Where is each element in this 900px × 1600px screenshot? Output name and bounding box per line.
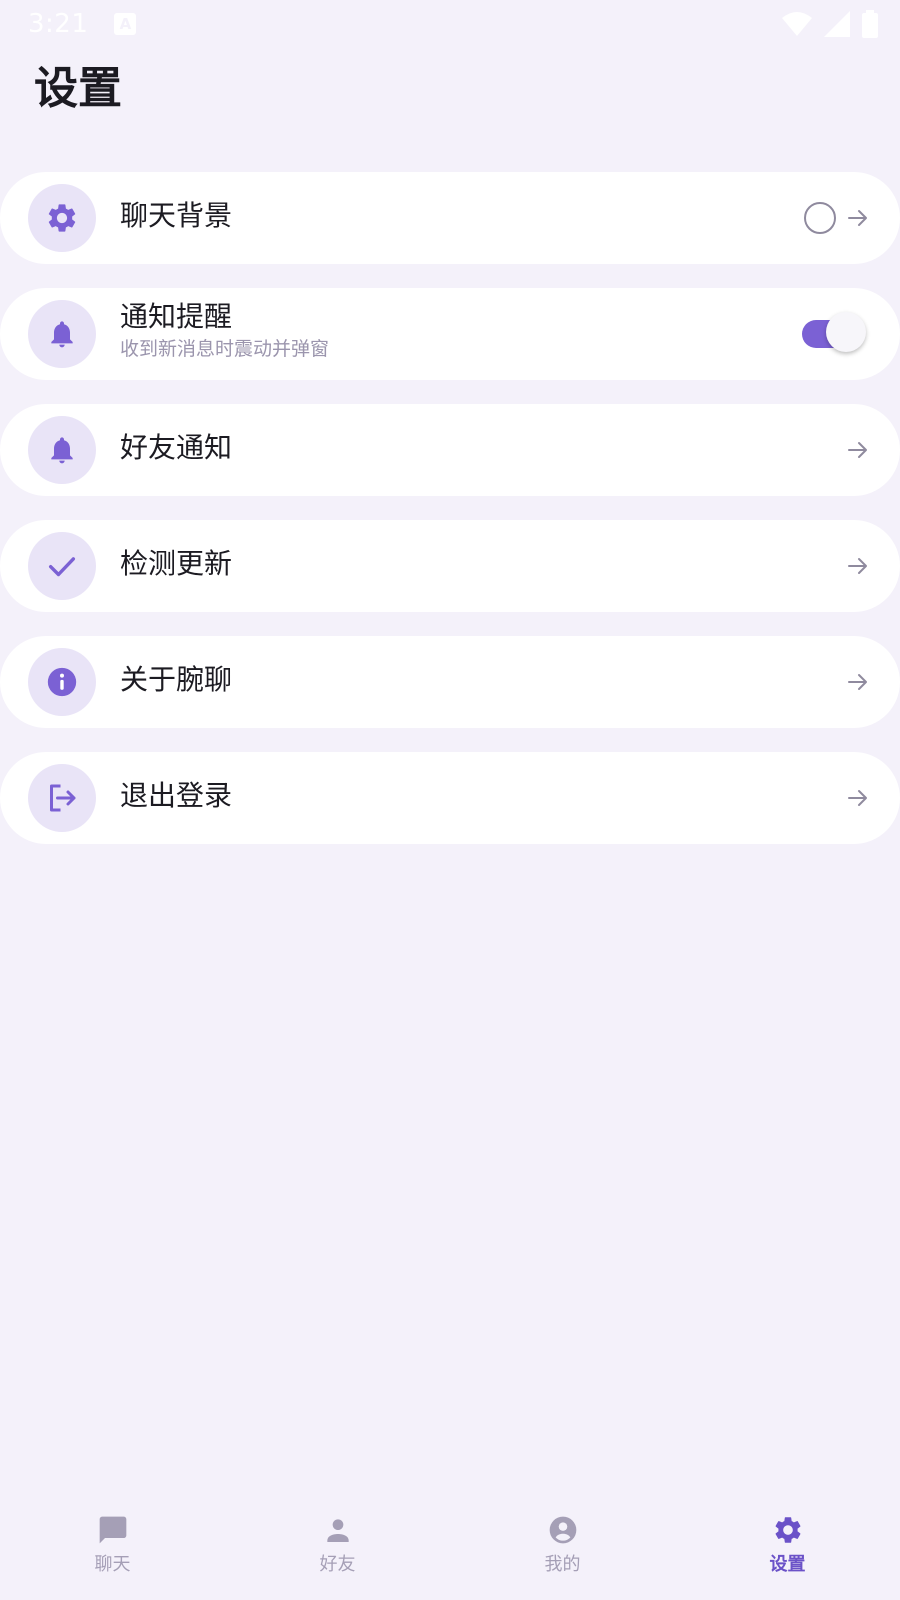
nav-label: 我的 — [544, 1554, 581, 1575]
row-text: 好友通知 — [120, 431, 232, 465]
setting-label: 关于腕聊 — [120, 663, 233, 696]
arrow-right-icon — [848, 674, 867, 690]
setting-friend-notification[interactable]: 好友通知 — [0, 404, 900, 496]
nav-item-mine[interactable]: 我的 — [450, 1500, 675, 1600]
status-time: 3:21 — [28, 9, 89, 39]
row-text: 通知提醒 收到新消息时震动并弹窗 — [120, 300, 329, 362]
nav-item-chat[interactable]: 聊天 — [0, 1500, 225, 1600]
radio-button[interactable] — [804, 202, 836, 234]
setting-label: 检测更新 — [120, 547, 233, 580]
toggle-knob — [826, 312, 866, 352]
account-circle-icon — [549, 1516, 576, 1544]
gear-icon — [775, 1517, 800, 1543]
setting-check-update[interactable]: 检测更新 — [0, 520, 900, 612]
setting-label: 退出登录 — [120, 779, 233, 812]
setting-logout[interactable]: 退出登录 — [0, 752, 900, 844]
arrow-right-icon — [848, 442, 867, 458]
nav-label: 聊天 — [94, 1554, 131, 1575]
nav-label: 设置 — [769, 1554, 806, 1575]
arrow-right-icon — [848, 558, 867, 574]
row-text: 聊天背景 — [120, 199, 232, 233]
arrow-right-icon — [848, 790, 867, 806]
signal-icon — [824, 11, 850, 37]
logout-icon — [28, 764, 96, 832]
bell-icon — [28, 416, 96, 484]
status-indicator: A — [114, 13, 137, 35]
row-text: 检测更新 — [120, 547, 232, 581]
arrow-right-icon — [848, 210, 867, 226]
setting-label: 聊天背景 — [120, 199, 233, 232]
bottom-nav: 聊天 好友 我的 设置 — [0, 1500, 900, 1600]
notification-toggle[interactable] — [802, 312, 866, 352]
nav-item-settings[interactable]: 设置 — [675, 1500, 900, 1600]
row-text: 关于腕聊 — [120, 663, 232, 697]
nav-label: 好友 — [319, 1554, 356, 1575]
info-icon — [28, 648, 96, 716]
status-bar: 3:21 A — [0, 0, 900, 48]
gear-icon — [28, 184, 96, 252]
wifi-icon — [782, 12, 812, 36]
setting-about[interactable]: 关于腕聊 — [0, 636, 900, 728]
battery-icon — [862, 10, 878, 38]
nav-item-friends[interactable]: 好友 — [225, 1500, 450, 1600]
setting-label: 好友通知 — [120, 431, 233, 464]
chat-icon — [99, 1516, 126, 1544]
setting-notification[interactable]: 通知提醒 收到新消息时震动并弹窗 — [0, 288, 900, 380]
page-title: 设置 — [34, 63, 122, 114]
setting-subtitle: 收到新消息时震动并弹窗 — [120, 338, 330, 360]
setting-label: 通知提醒 — [120, 300, 233, 333]
status-icons — [782, 10, 878, 38]
bell-icon — [28, 300, 96, 368]
setting-chat-background[interactable]: 聊天背景 — [0, 172, 900, 264]
person-icon — [326, 1519, 349, 1542]
check-icon — [28, 532, 96, 600]
row-text: 退出登录 — [120, 779, 232, 813]
